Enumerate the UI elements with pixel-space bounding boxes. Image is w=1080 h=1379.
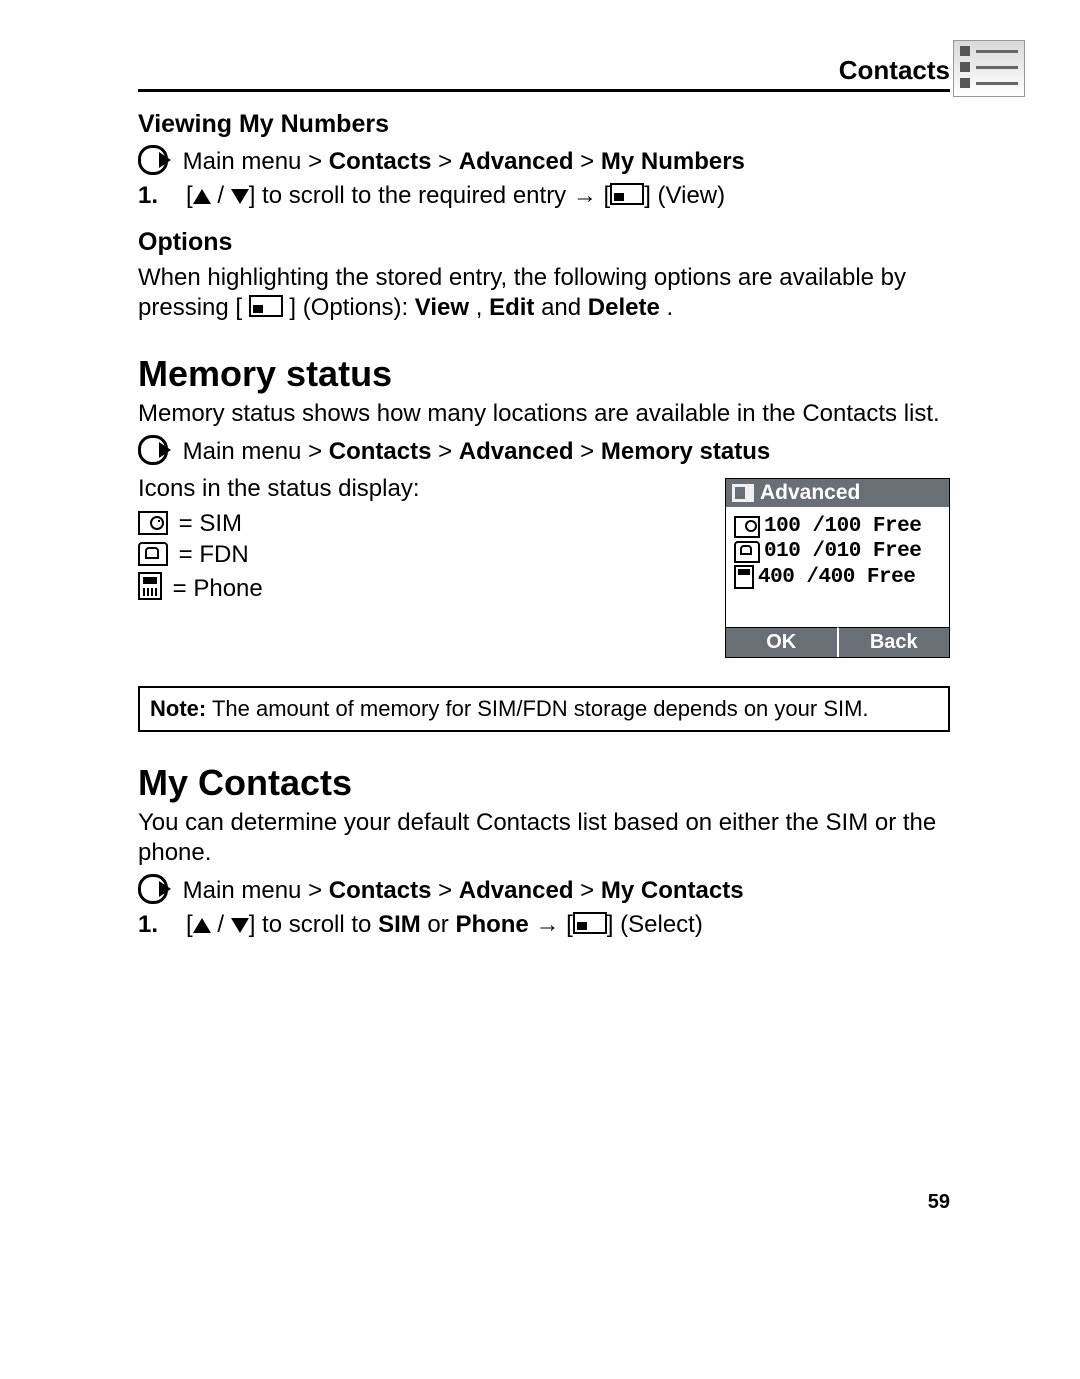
softkeys: OK Back (726, 627, 949, 657)
screenshot-title: Advanced (760, 481, 860, 505)
fdn-icon (138, 542, 168, 566)
breadcrumb-my-contacts: Main menu > Contacts > Advanced > My Con… (138, 874, 950, 905)
memory-status-desc: Memory status shows how many locations a… (138, 399, 950, 429)
breadcrumb-arrow-icon (138, 435, 168, 465)
heading-memory-status: Memory status (138, 353, 950, 395)
page-number: 59 (928, 1191, 950, 1214)
breadcrumb-sep: > (580, 877, 601, 904)
breadcrumb-arrow-icon (138, 874, 168, 904)
breadcrumb-sep: > (438, 148, 459, 175)
step-number: 1. (138, 182, 186, 210)
option-delete: Delete (588, 294, 660, 321)
step-text: or (427, 911, 455, 938)
step-text: (View) (658, 182, 726, 209)
breadcrumb-sep: > (438, 877, 459, 904)
sep: , (476, 294, 489, 321)
screenshot-titlebar: Advanced (726, 479, 949, 507)
note-label: Note: (150, 696, 206, 721)
section-title: Contacts (839, 55, 950, 86)
fdn-icon (734, 541, 760, 563)
step-body: [ / ] to scroll to SIM or Phone → [] (Se… (186, 911, 950, 939)
heading-options: Options (138, 228, 950, 257)
note-text: The amount of memory for SIM/FDN storage… (212, 696, 869, 721)
manual-page: Contacts Viewing My Numbers Main menu > … (0, 0, 1080, 1379)
options-text: ] (Options): (289, 294, 414, 321)
phone-icon (138, 572, 162, 600)
breadcrumb-memory-status: Main menu > Contacts > Advanced > Memory… (138, 435, 950, 466)
memory-value: 100 /100 Free (764, 515, 921, 538)
step-1-select: 1. [ / ] to scroll to SIM or Phone → [] … (138, 911, 950, 939)
breadcrumb-text: Main menu > (183, 438, 329, 465)
step-1-view: 1. [ / ] to scroll to the required entry… (138, 182, 950, 210)
breadcrumb-my-numbers: Main menu > Contacts > Advanced > My Num… (138, 145, 950, 176)
page-header: Contacts (138, 44, 950, 92)
memory-row-fdn: 010 /010 Free (734, 540, 945, 563)
breadcrumb-item: Memory status (601, 438, 770, 465)
softkey-back[interactable]: Back (837, 627, 950, 657)
right-arrow-icon: → (535, 911, 559, 938)
phone-icon (734, 565, 754, 589)
step-text: to scroll to (262, 911, 378, 938)
breadcrumb-sep: > (438, 438, 459, 465)
breadcrumb-item: Contacts (329, 148, 432, 175)
note-box: Note: The amount of memory for SIM/FDN s… (138, 686, 950, 732)
step-body: [ / ] to scroll to the required entry → … (186, 182, 950, 210)
heading-viewing-my-numbers: Viewing My Numbers (138, 110, 950, 139)
breadcrumb-arrow-icon (138, 145, 168, 175)
breadcrumb-sep: > (580, 148, 601, 175)
titlebar-icon (732, 484, 754, 502)
step-text: (Select) (620, 911, 703, 938)
legend-label: = SIM (179, 510, 242, 537)
right-arrow-icon: → (573, 182, 597, 209)
memory-value: 400 /400 Free (758, 566, 915, 589)
softkey-ok[interactable]: OK (726, 627, 837, 657)
breadcrumb-item: My Numbers (601, 148, 745, 175)
heading-my-contacts: My Contacts (138, 762, 950, 804)
breadcrumb-item: Advanced (459, 438, 574, 465)
up-arrow-icon (193, 189, 211, 204)
step-text: to scroll to the required entry (262, 182, 573, 209)
down-arrow-icon (231, 189, 249, 204)
softkey-icon (610, 183, 644, 205)
option-sim: SIM (378, 911, 421, 938)
breadcrumb-item: Advanced (459, 148, 574, 175)
step-number: 1. (138, 911, 186, 939)
softkey-icon (249, 295, 283, 317)
sep: and (541, 294, 588, 321)
sim-icon (734, 516, 760, 538)
my-contacts-desc: You can determine your default Contacts … (138, 808, 950, 868)
breadcrumb-item: Contacts (329, 877, 432, 904)
section-list-icon (953, 40, 1025, 97)
up-arrow-icon (193, 918, 211, 933)
memory-value: 010 /010 Free (764, 540, 921, 563)
breadcrumb-text: Main menu > (183, 877, 329, 904)
header-rule (138, 89, 950, 92)
options-paragraph: When highlighting the stored entry, the … (138, 263, 950, 323)
breadcrumb-item: Advanced (459, 877, 574, 904)
option-phone: Phone (455, 911, 528, 938)
screenshot-spacer (734, 591, 945, 625)
memory-row-phone: 400 /400 Free (734, 565, 945, 589)
tail: . (667, 294, 674, 321)
breadcrumb-item: My Contacts (601, 877, 744, 904)
breadcrumb-item: Contacts (329, 438, 432, 465)
breadcrumb-text: Main menu > (183, 148, 329, 175)
option-view: View (415, 294, 469, 321)
breadcrumb-sep: > (580, 438, 601, 465)
memory-row-sim: 100 /100 Free (734, 515, 945, 538)
legend-label: = FDN (179, 541, 249, 568)
screenshot-rows: 100 /100 Free 010 /010 Free 400 /400 Fre… (726, 507, 949, 627)
option-edit: Edit (489, 294, 534, 321)
softkey-icon (573, 912, 607, 934)
phone-screenshot: Advanced 100 /100 Free 010 /010 Free 400… (725, 478, 950, 658)
down-arrow-icon (231, 918, 249, 933)
sim-icon (138, 511, 168, 535)
legend-label: = Phone (173, 575, 263, 602)
